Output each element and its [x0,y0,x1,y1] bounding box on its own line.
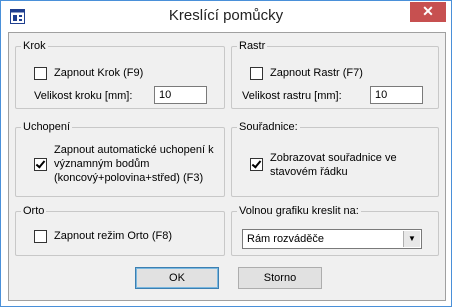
orto-checkbox-row[interactable]: Zapnout režim Orto (F8) [34,229,172,243]
krok-size-label: Velikost kroku [mm]: [34,90,133,102]
souradnice-checkbox[interactable] [250,158,263,171]
uchopeni-label-line-1: Zapnout automatické uchopení k [54,144,214,156]
uchopeni-checkbox-label: Zapnout automatické uchopení k významným… [54,143,214,185]
uchopeni-checkbox-row[interactable]: Zapnout automatické uchopení k významným… [34,143,214,185]
volna-grafika-select[interactable]: Rám rozváděče ▼ [242,229,422,249]
chevron-down-icon[interactable]: ▼ [403,231,420,247]
uchopeni-checkbox[interactable] [34,158,47,171]
krok-size-input[interactable]: 10 [154,86,207,104]
dialog-body: Krok Zapnout Krok (F9) Velikost kroku [m… [8,32,446,301]
rastr-checkbox-label: Zapnout Rastr (F7) [270,67,363,79]
rastr-size-label: Velikost rastru [mm]: [242,90,342,102]
uchopeni-legend: Uchopení [21,120,73,134]
souradnice-label-line-1: Zobrazovat souřadnice ve [270,152,397,164]
souradnice-label-line-2: stavovém řádku [270,166,348,178]
uchopeni-group: Uchopení Zapnout automatické uchopení k … [15,120,225,197]
souradnice-group: Souřadnice: Zobrazovat souřadnice ve sta… [231,120,439,197]
rastr-checkbox-row[interactable]: Zapnout Rastr (F7) [250,66,363,80]
window-title: Kreslící pomůcky [168,7,284,24]
krok-checkbox[interactable] [34,67,47,80]
krok-checkbox-row[interactable]: Zapnout Krok (F9) [34,66,143,80]
orto-checkbox-label: Zapnout režim Orto (F8) [54,230,172,242]
rastr-size-input[interactable]: 10 [370,86,423,104]
title-bar[interactable]: Kreslící pomůcky ✕ [1,1,451,32]
rastr-legend: Rastr [237,39,268,53]
rastr-checkbox[interactable] [250,67,263,80]
souradnice-legend: Souřadnice: [237,120,300,134]
ok-button[interactable]: OK [135,267,219,289]
krok-legend: Krok [21,39,48,53]
volna-grafika-legend: Volnou grafiku kreslit na: [237,204,361,218]
orto-checkbox[interactable] [34,230,47,243]
orto-legend: Orto [21,204,47,218]
orto-group: Orto Zapnout režim Orto (F8) [15,204,225,256]
rastr-group: Rastr Zapnout Rastr (F7) Velikost rastru… [231,39,439,109]
volna-grafika-selected-value: Rám rozváděče [247,233,325,245]
dialog-window: Kreslící pomůcky ✕ Krok Zapnout Krok (F9… [0,0,452,307]
uchopeni-label-line-2: významným bodům [54,158,150,170]
souradnice-checkbox-row[interactable]: Zobrazovat souřadnice ve stavovém řádku [250,151,397,179]
uchopeni-label-line-3: (koncový+polovina+střed) (F3) [54,172,204,184]
souradnice-checkbox-label: Zobrazovat souřadnice ve stavovém řádku [270,151,397,179]
volna-grafika-group: Volnou grafiku kreslit na: Rám rozváděče… [231,204,439,256]
krok-checkbox-label: Zapnout Krok (F9) [54,67,144,79]
close-icon: ✕ [422,3,434,19]
close-button[interactable]: ✕ [410,2,446,22]
krok-group: Krok Zapnout Krok (F9) Velikost kroku [m… [15,39,225,109]
cancel-button[interactable]: Storno [238,267,322,289]
